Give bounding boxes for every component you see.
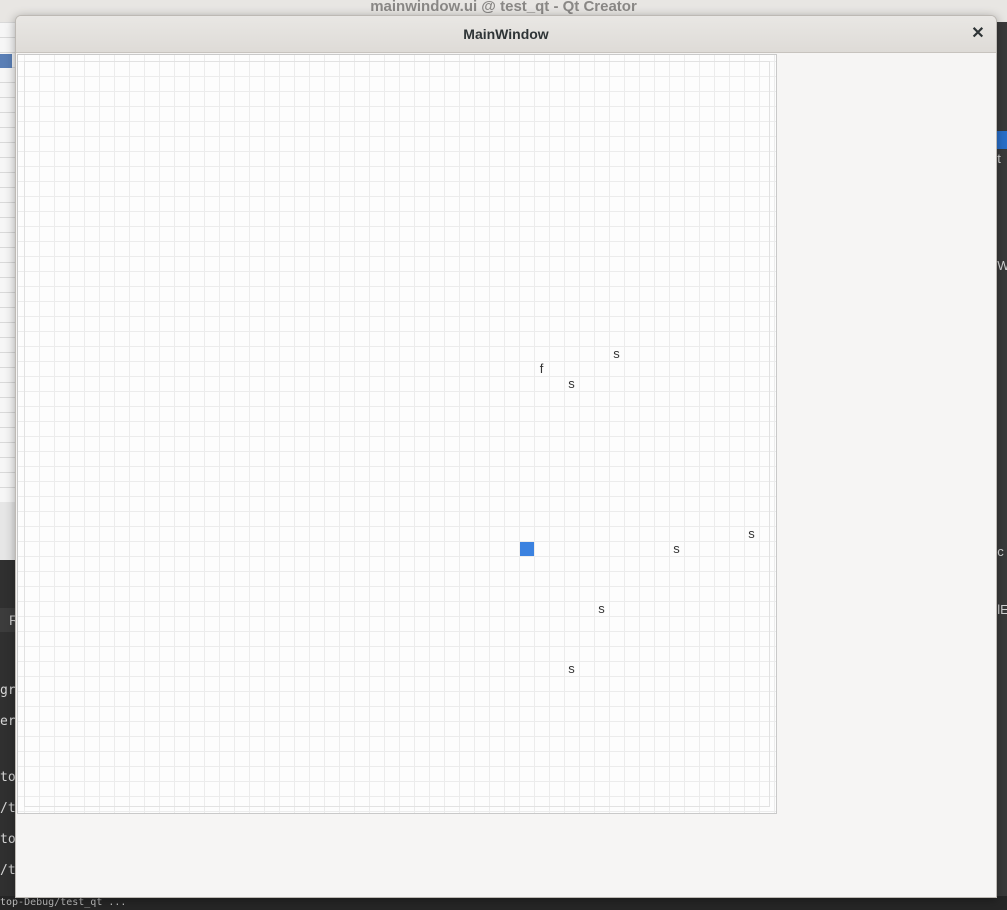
board-cell-letter: s [598,601,605,616]
property-selection-highlight [996,131,1007,149]
player-square [520,542,534,556]
board-cell-letter: s [568,661,575,676]
output-text-line: gr [0,683,16,698]
board-border [24,61,770,807]
output-text-line: /t [0,801,16,816]
board-cell-letter: s [748,526,755,541]
main-window: MainWindow ✕ s f s s s s s [15,15,997,898]
designer-canvas-left [0,22,16,502]
food-marker: f [539,361,544,376]
board-cell-letter: s [673,541,680,556]
game-board[interactable]: s f s s s s s [17,54,777,814]
board-cell-letter: s [568,376,575,391]
left-panel-strip [0,502,15,560]
output-text-line: to [0,832,16,847]
output-text-line: /t [0,863,16,878]
output-text-line: to [0,770,16,785]
qt-creator-title: mainwindow.ui @ test_qt - Qt Creator [370,0,637,15]
close-icon[interactable]: ✕ [968,24,988,44]
board-cell-letter: s [613,346,620,361]
window-title: MainWindow [463,26,549,42]
window-titlebar[interactable]: MainWindow ✕ [16,16,996,53]
widget-box-icon [0,54,12,68]
compile-output-line: top-Debug/test_qt ... [0,896,1007,910]
output-text-line: er [0,714,16,729]
output-tab[interactable]: R [0,608,19,632]
